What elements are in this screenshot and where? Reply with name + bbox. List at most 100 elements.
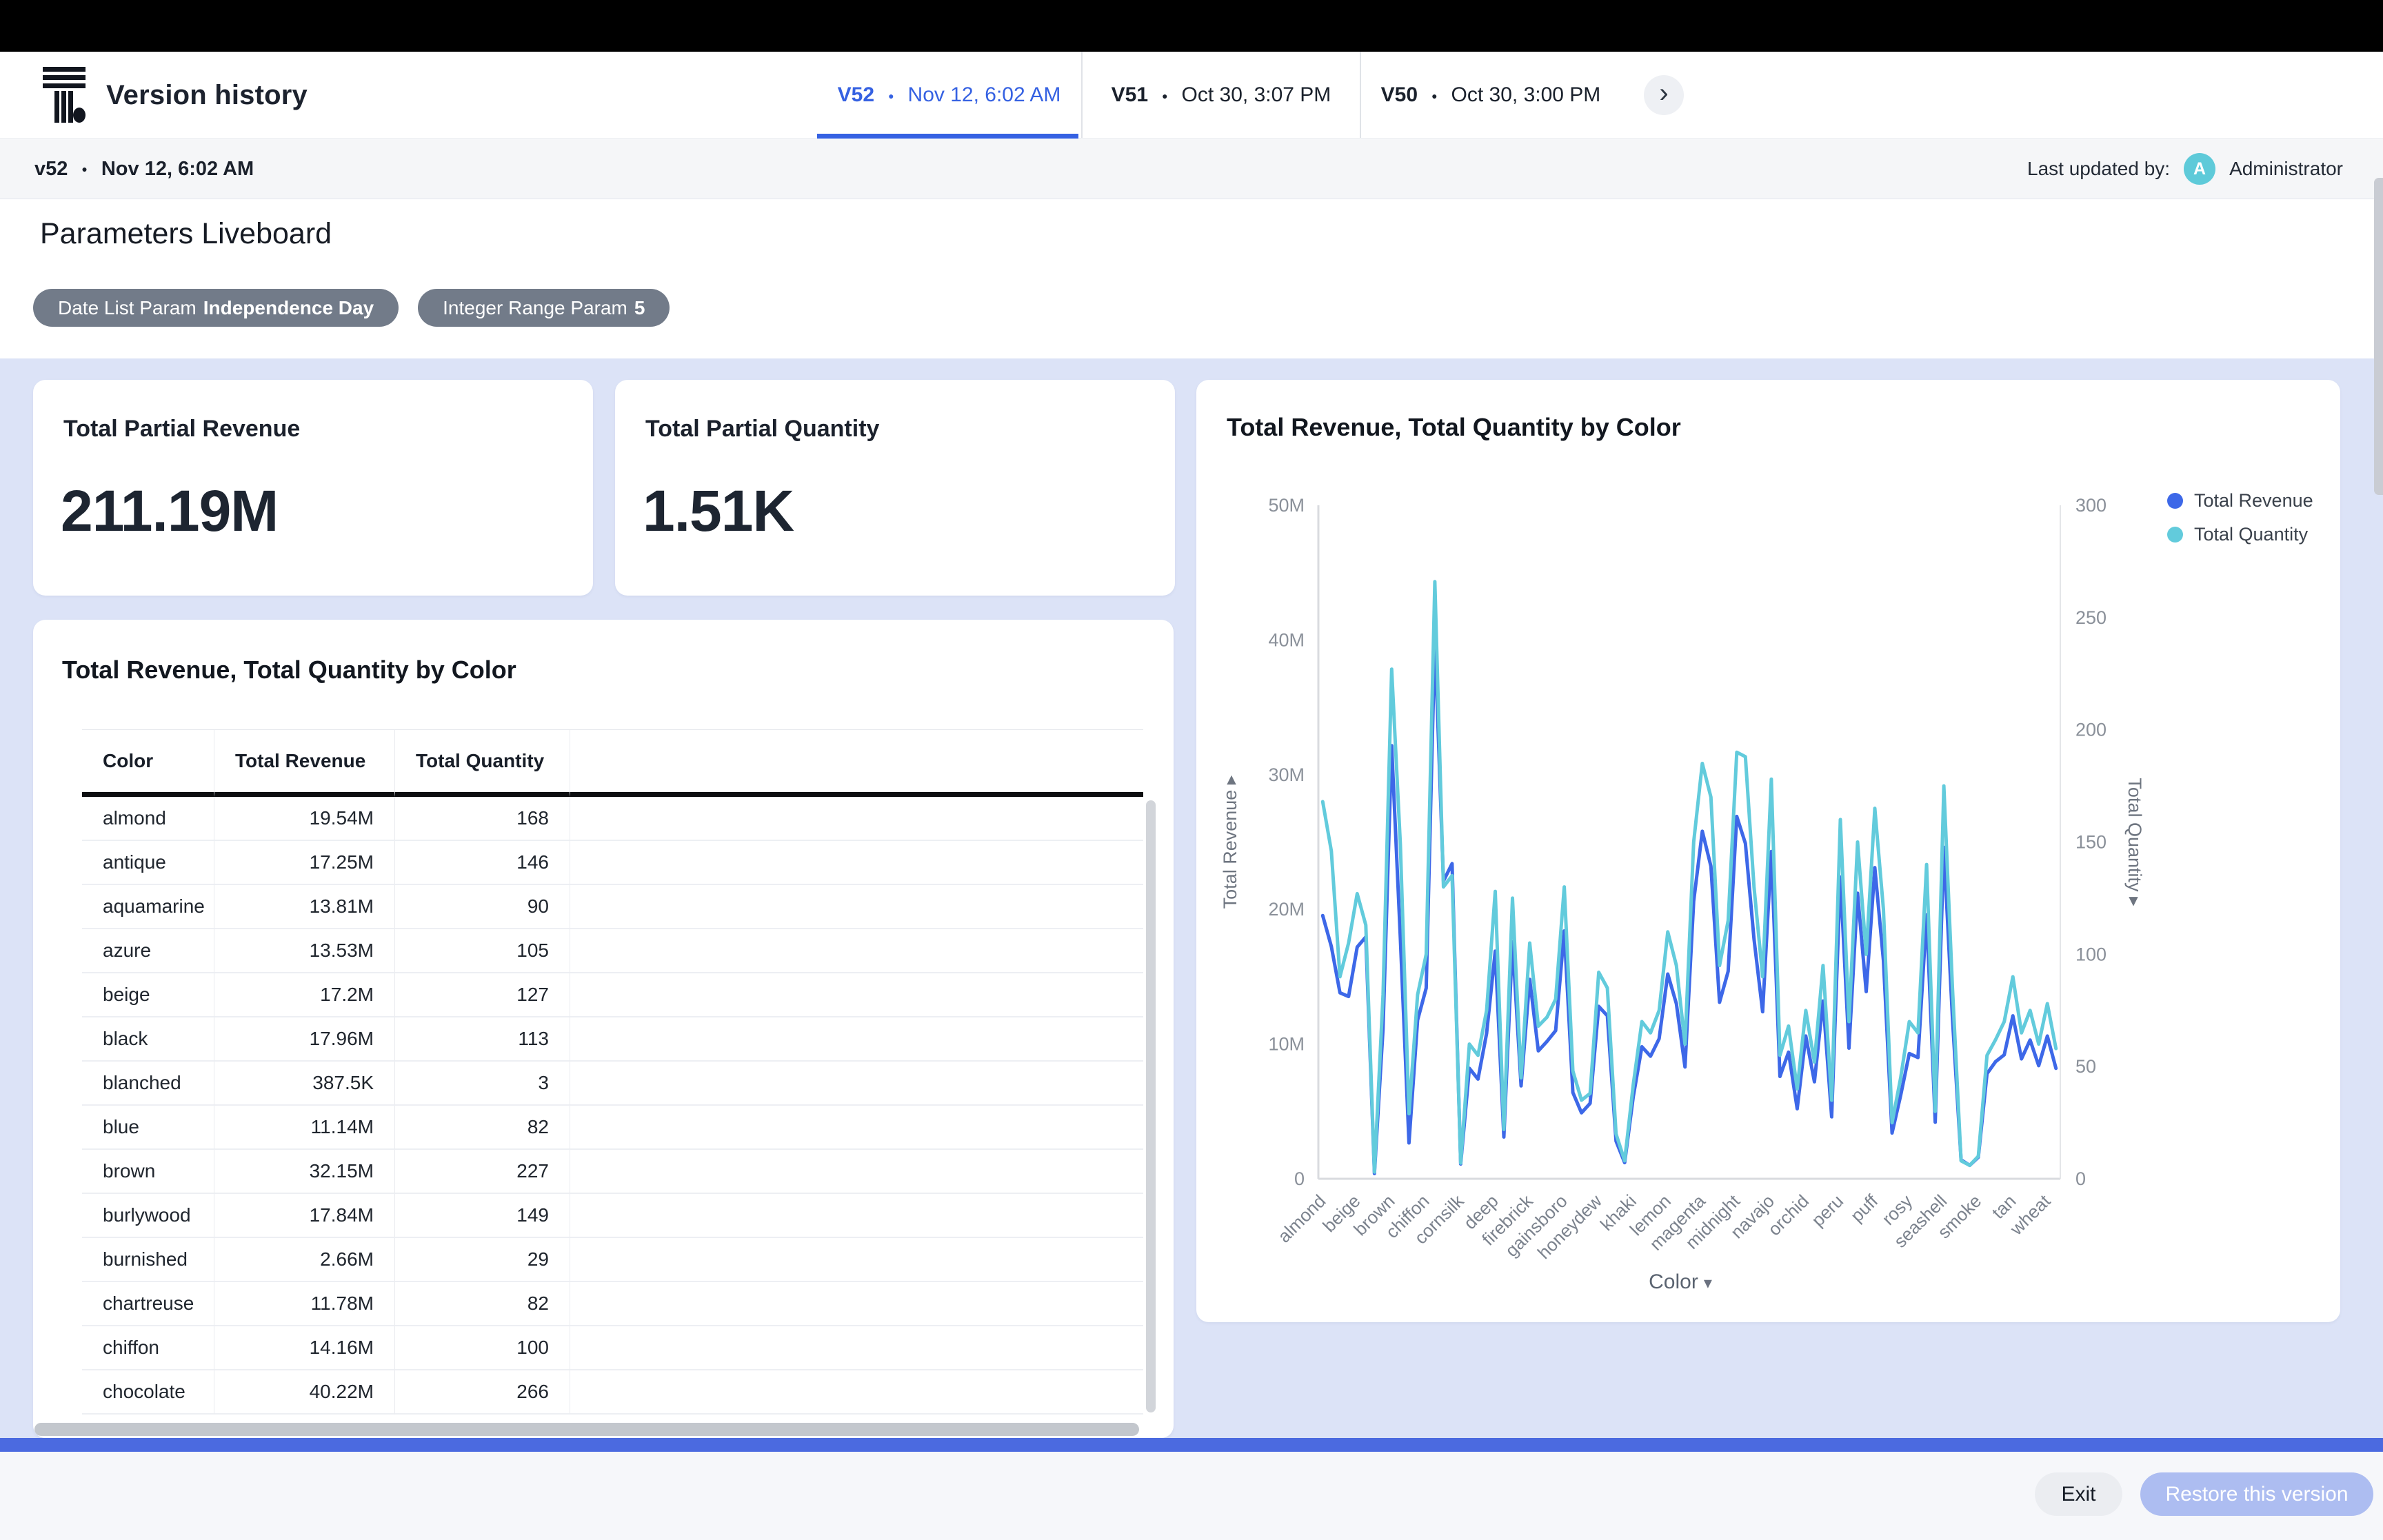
table-row: beige17.2M127 <box>82 973 1143 1017</box>
cell-empty <box>570 797 1143 841</box>
cell-color: blue <box>82 1106 214 1150</box>
y-right-tick-label: 50 <box>2075 1056 2096 1077</box>
cell-value: 19.54M <box>214 797 395 841</box>
cell-empty <box>570 1062 1143 1106</box>
last-updated-user: Administrator <box>2229 158 2343 180</box>
dot-icon: ● <box>888 91 894 101</box>
app-header: Version history V52 ● Nov 12, 6:02 AM V5… <box>0 52 2383 139</box>
tab-v50[interactable]: V50 ● Oct 30, 3:00 PM <box>1360 52 1620 138</box>
cell-empty <box>570 1106 1143 1150</box>
kpi-value: 1.51K <box>643 478 794 545</box>
table-horizontal-scrollbar[interactable] <box>34 1423 1139 1436</box>
cell-empty <box>570 1326 1143 1370</box>
cell-value: 3 <box>395 1062 570 1106</box>
cell-value: 11.78M <box>214 1282 395 1326</box>
column-header-empty <box>570 730 1143 797</box>
param-chip-integer-range[interactable]: Integer Range Param 5 <box>418 289 670 327</box>
column-header-total-quantity[interactable]: Total Quantity <box>395 730 570 797</box>
page-title: Version history <box>106 80 308 111</box>
table-row: burlywood17.84M149 <box>82 1194 1143 1238</box>
table-row: antique17.25M146 <box>82 841 1143 885</box>
dot-icon: ● <box>81 163 87 174</box>
version-history-screen: Version history V52 ● Nov 12, 6:02 AM V5… <box>0 0 2383 1540</box>
chevron-right-icon: › <box>1659 78 1668 109</box>
cell-color: burlywood <box>82 1194 214 1238</box>
data-table-body: almond19.54M168antique17.25M146aquamarin… <box>82 797 1143 1415</box>
cell-color: aquamarine <box>82 885 214 929</box>
x-tick-label: puff <box>1847 1190 1882 1226</box>
restore-version-button[interactable]: Restore this version <box>2140 1472 2373 1516</box>
cell-color: azure <box>82 929 214 973</box>
table-row: black17.96M113 <box>82 1017 1143 1062</box>
kpi-card-total-partial-quantity: Total Partial Quantity 1.51K <box>615 380 1175 596</box>
y-left-tick-label: 20M <box>1268 899 1305 920</box>
cell-value: 17.84M <box>214 1194 395 1238</box>
version-info-bar: v52 ● Nov 12, 6:02 AM Last updated by: A… <box>0 139 2383 199</box>
current-version-label: v52 ● Nov 12, 6:02 AM <box>34 139 254 199</box>
cell-color: brown <box>82 1150 214 1194</box>
column-header-color[interactable]: Color <box>82 730 214 797</box>
cell-empty <box>570 1194 1143 1238</box>
x-axis-title[interactable]: Color▾ <box>1577 1270 1784 1294</box>
table-row: aquamarine13.81M90 <box>82 885 1143 929</box>
top-black-bar <box>0 0 2383 52</box>
y-right-tick-label: 250 <box>2075 607 2107 628</box>
cell-value: 90 <box>395 885 570 929</box>
tab-v52[interactable]: V52 ● Nov 12, 6:02 AM <box>817 52 1081 138</box>
version-tabs: V52 ● Nov 12, 6:02 AM V51 ● Oct 30, 3:07… <box>817 52 1620 138</box>
cell-value: 266 <box>395 1370 570 1415</box>
cell-color: black <box>82 1017 214 1062</box>
page-vertical-scrollbar[interactable] <box>2374 178 2383 495</box>
kpi-title: Total Partial Quantity <box>645 416 879 443</box>
cell-color: almond <box>82 797 214 841</box>
x-tick-label: wheat <box>2005 1190 2055 1239</box>
cell-empty <box>570 1238 1143 1282</box>
kpi-value: 211.19M <box>61 478 278 545</box>
sort-down-icon: ▾ <box>1704 1274 1712 1293</box>
table-row: burnished2.66M29 <box>82 1238 1143 1282</box>
cell-value: 13.81M <box>214 885 395 929</box>
tab-v51[interactable]: V51 ● Oct 30, 3:07 PM <box>1081 52 1360 138</box>
cell-value: 17.25M <box>214 841 395 885</box>
liveboard-header: Parameters Liveboard Date List Param Ind… <box>0 199 2383 358</box>
cell-empty <box>570 1150 1143 1194</box>
cell-value: 227 <box>395 1150 570 1194</box>
y-right-tick-label: 0 <box>2075 1168 2086 1189</box>
chart-card: Total Revenue, Total Quantity by Color T… <box>1196 380 2340 1322</box>
data-table-head-row: ColorTotal RevenueTotal Quantity <box>82 730 1143 797</box>
y-right-tick-label: 100 <box>2075 944 2107 964</box>
brand: Version history <box>43 65 308 125</box>
cell-value: 14.16M <box>214 1326 395 1370</box>
horizontal-scrollbar[interactable] <box>0 1438 2383 1452</box>
exit-button[interactable]: Exit <box>2035 1472 2122 1516</box>
cell-color: chocolate <box>82 1370 214 1415</box>
cell-color: antique <box>82 841 214 885</box>
table-vertical-scrollbar[interactable] <box>1146 800 1156 1412</box>
liveboard-title: Parameters Liveboard <box>40 217 332 251</box>
column-header-total-revenue[interactable]: Total Revenue <box>214 730 395 797</box>
table-row: blanched387.5K3 <box>82 1062 1143 1106</box>
table-card: Total Revenue, Total Quantity by Color C… <box>33 620 1174 1438</box>
cell-value: 113 <box>395 1017 570 1062</box>
cell-empty <box>570 1370 1143 1415</box>
next-versions-button[interactable]: › <box>1644 75 1684 115</box>
kpi-card-total-partial-revenue: Total Partial Revenue 211.19M <box>33 380 593 596</box>
cell-empty <box>570 929 1143 973</box>
param-chip-date-list[interactable]: Date List Param Independence Day <box>33 289 399 327</box>
x-tick-label: peru <box>1807 1191 1847 1230</box>
cell-value: 11.14M <box>214 1106 395 1150</box>
data-table: ColorTotal RevenueTotal Quantity almond1… <box>82 729 1143 1415</box>
table-row: blue11.14M82 <box>82 1106 1143 1150</box>
last-updated-label: Last updated by: <box>2027 158 2170 180</box>
table-row: brown32.15M227 <box>82 1150 1143 1194</box>
cell-color: chiffon <box>82 1326 214 1370</box>
y-left-axis-title: Total Revenue ▸ <box>1220 775 1240 909</box>
y-right-tick-label: 200 <box>2075 720 2107 740</box>
y-left-tick-label: 0 <box>1294 1168 1305 1189</box>
footer-bar: Exit Restore this version <box>0 1452 2383 1540</box>
cell-value: 13.53M <box>214 929 395 973</box>
cell-color: beige <box>82 973 214 1017</box>
table-row: chartreuse11.78M82 <box>82 1282 1143 1326</box>
y-left-tick-label: 30M <box>1268 764 1305 785</box>
cell-value: 29 <box>395 1238 570 1282</box>
